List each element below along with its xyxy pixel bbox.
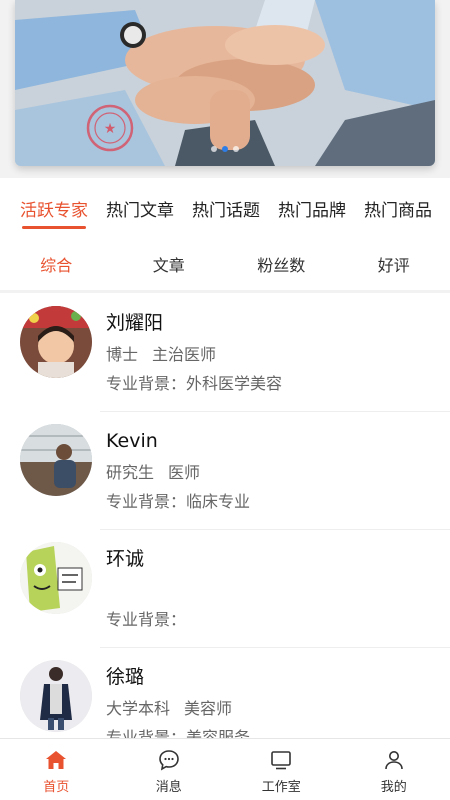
expert-credentials: 博士 主治医师 xyxy=(106,343,440,367)
bottom-nav: 首页 消息 工作室 我的 xyxy=(0,738,450,800)
background-value: 临床专业 xyxy=(186,492,251,511)
expert-background: 专业背景： xyxy=(106,608,440,632)
monitor-icon xyxy=(271,751,292,770)
list-item[interactable]: Kevin 研究生 医师 专业背景：临床专业 xyxy=(0,412,450,530)
child-photo-icon xyxy=(20,306,92,378)
avatar[interactable] xyxy=(20,424,92,496)
expert-title: 医师 xyxy=(168,463,201,482)
sort-tab-articles[interactable]: 文章 xyxy=(113,252,226,276)
expert-title: 美容师 xyxy=(184,699,233,718)
carousel-dot[interactable] xyxy=(233,146,239,152)
cartoon-sticker-icon xyxy=(20,542,92,614)
background-label: 专业背景： xyxy=(106,610,187,629)
svg-text:★: ★ xyxy=(104,121,117,137)
user-icon xyxy=(384,751,403,770)
home-icon xyxy=(46,751,67,769)
nav-profile-label: 我的 xyxy=(380,780,407,795)
woman-coat-photo-icon xyxy=(20,660,92,732)
sort-tab-followers[interactable]: 粉丝数 xyxy=(225,252,338,276)
list-item[interactable]: 刘耀阳 博士 主治医师 专业背景：外科医学美容 xyxy=(0,294,450,412)
tab-hot-articles[interactable]: 热门文章 xyxy=(106,196,174,221)
expert-title: 主治医师 xyxy=(152,345,217,364)
expert-list: 刘耀阳 博士 主治医师 专业背景：外科医学美容 Kevin 研究生 医师 专业背… xyxy=(0,294,450,740)
nav-messages[interactable]: 消息 xyxy=(113,739,226,800)
section-divider xyxy=(0,290,450,293)
avatar[interactable] xyxy=(20,542,92,614)
expert-background: 专业背景：外科医学美容 xyxy=(106,372,440,396)
carousel-dot[interactable] xyxy=(211,146,217,152)
expert-name: 刘耀阳 xyxy=(106,312,164,334)
tab-hot-products[interactable]: 热门商品 xyxy=(364,196,432,221)
message-icon xyxy=(158,750,179,771)
expert-credentials: 大学本科 美容师 xyxy=(106,697,440,721)
expert-name: 环诚 xyxy=(106,548,145,570)
page: ★ 活跃专家 热门文章 热门话题 热门品牌 热门商品 综合 文章 粉丝数 好评 xyxy=(0,0,450,800)
expert-name: 徐璐 xyxy=(106,666,145,688)
banner-image: ★ xyxy=(15,0,435,166)
expert-degree: 博士 xyxy=(106,345,139,364)
list-item[interactable]: 环诚 专业背景： xyxy=(0,530,450,648)
banner-area: ★ xyxy=(0,0,450,178)
nav-home[interactable]: 首页 xyxy=(0,739,113,800)
nav-messages-label: 消息 xyxy=(155,780,182,795)
expert-credentials: 研究生 医师 xyxy=(106,461,440,485)
tab-hot-topics[interactable]: 热门话题 xyxy=(192,196,260,221)
sort-tabs: 综合 文章 粉丝数 好评 xyxy=(0,244,450,284)
expert-name: Kevin xyxy=(106,430,158,452)
nav-home-label: 首页 xyxy=(43,780,70,795)
avatar[interactable] xyxy=(20,306,92,378)
nav-studio-label: 工作室 xyxy=(261,780,301,795)
background-value: 外科医学美容 xyxy=(186,374,283,393)
tab-active-experts[interactable]: 活跃专家 xyxy=(20,196,88,229)
nav-studio[interactable]: 工作室 xyxy=(225,739,338,800)
expert-credentials xyxy=(106,579,440,603)
sort-tab-ratings[interactable]: 好评 xyxy=(338,252,450,276)
sort-tab-overall[interactable]: 综合 xyxy=(0,252,113,276)
carousel-dot-active[interactable] xyxy=(222,146,228,152)
expert-degree: 研究生 xyxy=(106,463,155,482)
nav-profile[interactable]: 我的 xyxy=(338,739,450,800)
avatar[interactable] xyxy=(20,660,92,732)
man-window-photo-icon xyxy=(20,424,92,496)
background-label: 专业背景： xyxy=(106,374,187,393)
list-item[interactable]: 徐璐 大学本科 美容师 专业背景：美容服务 xyxy=(0,648,450,740)
background-label: 专业背景： xyxy=(106,492,187,511)
banner-carousel[interactable]: ★ xyxy=(15,0,435,166)
expert-background: 专业背景：临床专业 xyxy=(106,490,440,514)
carousel-indicator xyxy=(15,146,435,152)
tab-hot-brands[interactable]: 热门品牌 xyxy=(278,196,346,221)
expert-degree: 大学本科 xyxy=(106,699,171,718)
category-tabs: 活跃专家 热门文章 热门话题 热门品牌 热门商品 xyxy=(0,186,450,230)
